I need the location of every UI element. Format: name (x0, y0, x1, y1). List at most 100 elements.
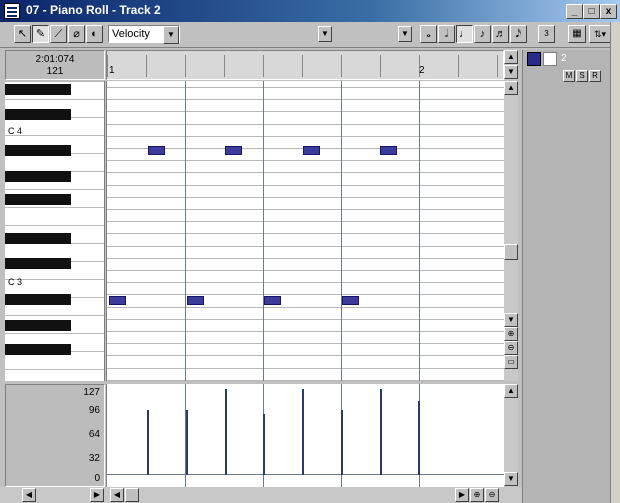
half-note-icon[interactable]: 𝅗𝅥 (438, 25, 455, 43)
velocity-stem[interactable] (225, 389, 227, 475)
midi-note[interactable] (109, 296, 126, 305)
velocity-label-0: 0 (94, 473, 100, 484)
velocity-stem[interactable] (380, 389, 382, 475)
grid-icon[interactable]: ▦ (568, 25, 586, 43)
controller-value-dropdown[interactable]: ▼ (318, 26, 332, 42)
key-label-c3: C 3 (8, 277, 23, 287)
zoom-out-icon[interactable]: ⊖ (485, 488, 499, 502)
track-select-icon[interactable]: ⇅▾ (589, 25, 611, 43)
minimize-button[interactable]: _ (566, 4, 583, 19)
record-button[interactable]: R (589, 70, 601, 82)
scroll-right-icon[interactable]: ▶ (90, 488, 104, 502)
track-panel: 2 M S R (522, 50, 610, 503)
zoom-in-icon[interactable]: ⊕ (504, 327, 518, 341)
grid-vertical-scrollbar[interactable]: ▲ ▼ ⊕ ⊖ ▭ (504, 81, 518, 381)
scroll-up-icon[interactable]: ▲ (504, 81, 518, 95)
pointer-tool-icon[interactable]: ↖ (14, 25, 31, 43)
controller-select[interactable]: Velocity ▼ (108, 25, 180, 44)
black-key[interactable] (5, 109, 71, 120)
zoom-in-icon[interactable]: ⊕ (470, 488, 484, 502)
midi-note[interactable] (187, 296, 204, 305)
solo-button[interactable]: S (576, 70, 588, 82)
velocity-stem[interactable] (302, 389, 304, 475)
piano-keyboard[interactable]: C 4 C 3 (5, 81, 105, 381)
eraser-tool-icon[interactable]: ⌀ (68, 25, 85, 43)
midi-note[interactable] (225, 146, 242, 155)
velocity-stem[interactable] (263, 414, 265, 475)
snap-value-button[interactable]: 3 (538, 25, 555, 43)
pitch-row-line (107, 258, 504, 259)
scroll-right-icon[interactable]: ▶ (455, 488, 469, 502)
pitch-row-line (107, 185, 504, 186)
beat-line (419, 81, 420, 381)
black-key[interactable] (5, 320, 71, 331)
black-key[interactable] (5, 84, 71, 95)
chevron-down-icon[interactable]: ▼ (163, 26, 179, 44)
track-color-swatch[interactable] (527, 52, 541, 66)
thirtysecond-note-icon[interactable]: 𝅘𝅥𝅯 (510, 25, 527, 43)
scroll-thumb[interactable] (125, 488, 139, 502)
note-grid[interactable] (106, 81, 504, 381)
pencil-tool-icon[interactable]: ✎ (32, 25, 49, 43)
horizontal-scrollbar[interactable]: ◀ ▶ ◀ ▶ ⊕ ⊖ (0, 487, 522, 503)
scroll-down-icon[interactable]: ▼ (504, 313, 518, 327)
zoom-fit-icon[interactable]: ▭ (504, 355, 518, 369)
velocity-stem[interactable] (147, 410, 149, 475)
midi-note[interactable] (342, 296, 359, 305)
pitch-row-line (107, 233, 504, 234)
scroll-left-icon[interactable]: ◀ (22, 488, 36, 502)
midi-note[interactable] (303, 146, 320, 155)
velocity-label-64: 64 (88, 429, 100, 440)
scroll-down-icon[interactable]: ▼ (504, 472, 518, 486)
line-tool-icon[interactable]: ⟋ (50, 25, 67, 43)
white-key-divider (5, 189, 104, 190)
position-info: 2:01:074 121 (5, 50, 105, 80)
velocity-stem[interactable] (418, 401, 420, 475)
black-key[interactable] (5, 171, 71, 182)
velocity-scrollbar[interactable]: ▲ ▼ (504, 384, 518, 487)
pitch-row-line (107, 221, 504, 222)
scroll-down-icon[interactable]: ▼ (504, 65, 518, 79)
mute-tool-icon[interactable]: ◐ (86, 25, 103, 43)
pitch-row-line (107, 343, 504, 344)
velocity-stem[interactable] (186, 410, 188, 475)
pitch-row-line (107, 197, 504, 198)
pitch-row-line (107, 282, 504, 283)
velocity-editor[interactable] (106, 384, 504, 487)
quantize-dropdown[interactable]: ▼ (398, 26, 412, 42)
black-key[interactable] (5, 233, 71, 244)
black-key[interactable] (5, 194, 71, 205)
scroll-up-icon[interactable]: ▲ (504, 384, 518, 398)
time-readout: 2:01:074 (35, 54, 75, 65)
white-key-divider (5, 369, 104, 370)
white-key-divider (5, 81, 104, 82)
scroll-left-icon[interactable]: ◀ (110, 488, 124, 502)
midi-note[interactable] (264, 296, 281, 305)
ruler-scroll[interactable]: ▲ ▼ (504, 50, 518, 80)
pitch-row-line (107, 246, 504, 247)
black-key[interactable] (5, 258, 71, 269)
velocity-stem[interactable] (341, 410, 343, 475)
zoom-out-icon[interactable]: ⊖ (504, 341, 518, 355)
black-key[interactable] (5, 294, 71, 305)
close-button[interactable]: x (600, 4, 617, 19)
time-ruler[interactable]: 1 2 (106, 50, 504, 80)
piano-roll-app-icon[interactable] (4, 3, 20, 19)
mute-button[interactable]: M (563, 70, 575, 82)
sixteenth-note-icon[interactable]: ♬ (492, 25, 509, 43)
beat-line (341, 81, 342, 381)
whole-note-icon[interactable]: 𝅝 (420, 25, 437, 43)
pitch-row-line (107, 368, 504, 369)
track-white-swatch[interactable] (543, 52, 557, 66)
black-key[interactable] (5, 344, 71, 355)
scroll-thumb[interactable] (504, 244, 518, 260)
midi-note[interactable] (380, 146, 397, 155)
eighth-note-icon[interactable]: ♪ (474, 25, 491, 43)
scroll-up-icon[interactable]: ▲ (504, 50, 518, 64)
midi-note[interactable] (148, 146, 165, 155)
maximize-button[interactable]: □ (583, 4, 600, 19)
pitch-row-line (107, 124, 504, 125)
pitch-row-line (107, 160, 504, 161)
quarter-note-icon[interactable]: ♩ (456, 25, 473, 43)
black-key[interactable] (5, 145, 71, 156)
